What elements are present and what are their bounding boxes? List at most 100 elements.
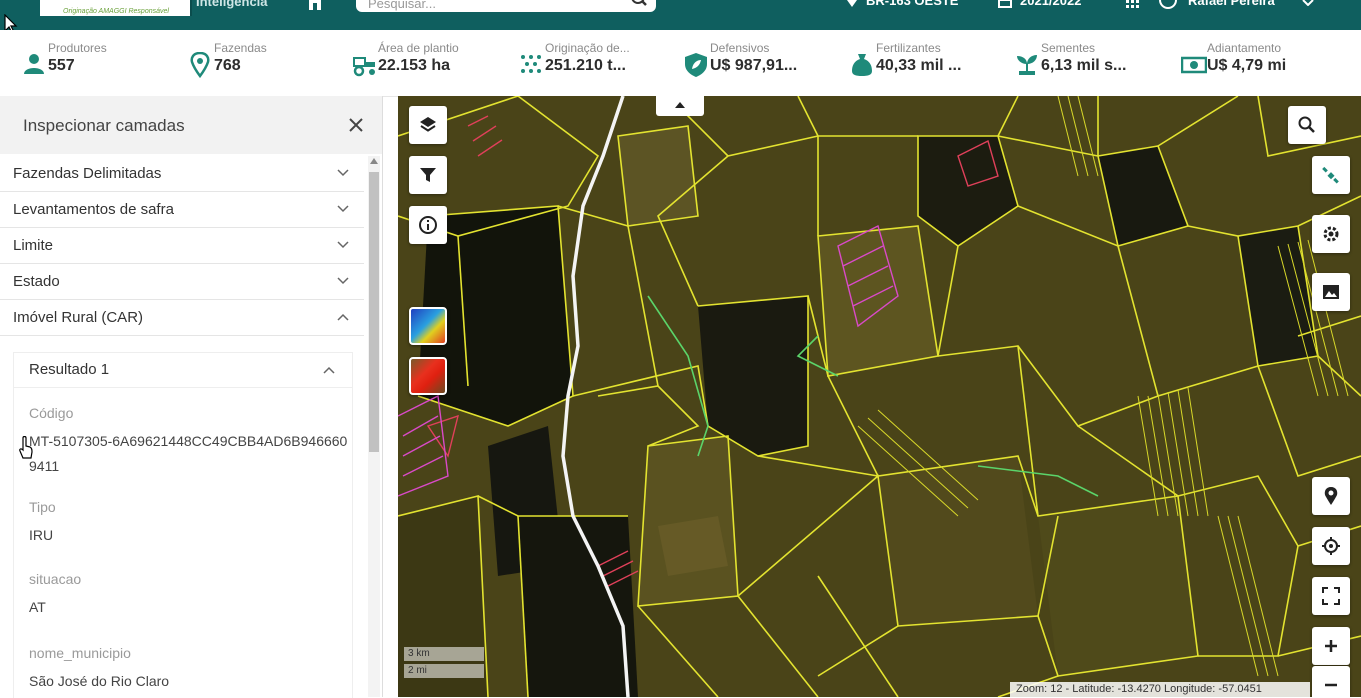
kpi-label: Adiantamento: [1207, 41, 1282, 55]
image-export-button[interactable]: [1312, 273, 1350, 311]
zoom-out-button[interactable]: [1312, 666, 1350, 697]
field-value-situacao: AT: [29, 599, 46, 615]
close-icon[interactable]: [346, 115, 366, 135]
chevron-up-icon: [337, 313, 349, 321]
settings-button[interactable]: [1312, 215, 1350, 253]
zoom-in-button[interactable]: [1312, 627, 1350, 665]
tractor-icon: [353, 57, 375, 77]
kpi-label: Produtores: [48, 41, 107, 55]
zoom-search-button[interactable]: [1288, 106, 1326, 144]
kpi-value: 768: [214, 57, 241, 74]
filter-icon: [420, 168, 436, 182]
layer-label: Estado: [13, 273, 60, 290]
field-value-codigo: MT-5107305-6A69621448CC49CBB4AD6B9466609…: [29, 433, 348, 474]
field-label-tipo: Tipo: [29, 499, 56, 515]
chevron-down-icon: [337, 205, 349, 213]
satellite-button[interactable]: [1312, 156, 1350, 194]
kpi-label: Fertilizantes: [876, 41, 941, 55]
map-view[interactable]: 3 km 2 mi Zoom: 12 - Latitude: -13.4270 …: [398, 96, 1361, 697]
kpi-value: 22.153 ha: [378, 57, 451, 74]
sprout-icon: [1017, 55, 1037, 75]
top-bar: Originação AMAGGI Responsável Inteligênc…: [0, 0, 1361, 30]
chevron-down-icon: [337, 277, 349, 285]
home-icon[interactable]: [306, 0, 324, 10]
apps-grid-icon[interactable]: [1126, 0, 1140, 8]
kpi-value: U$ 987,91...: [710, 57, 798, 74]
panel-header: Inspecionar camadas: [0, 96, 382, 154]
user-avatar-icon[interactable]: [1158, 0, 1178, 10]
kpi-value: 40,33 mil ...: [876, 57, 962, 74]
layer-label: Limite: [13, 237, 54, 254]
logo-separator: [190, 0, 192, 16]
gear-icon: [1323, 226, 1339, 242]
fullscreen-button[interactable]: [1312, 577, 1350, 615]
search-input[interactable]: Pesquisar...: [356, 0, 656, 12]
layer-fazendas-delimitadas[interactable]: Fazendas Delimitadas: [0, 156, 364, 192]
money-icon: [1181, 56, 1207, 74]
scroll-up-arrow-icon[interactable]: [370, 158, 378, 164]
sack-icon: [852, 54, 872, 76]
layer-label: Imóvel Rural (CAR): [13, 309, 144, 326]
search-placeholder: Pesquisar...: [368, 0, 436, 11]
chevron-down-icon: [337, 169, 349, 177]
scrollbar-thumb[interactable]: [369, 172, 379, 452]
kpi-value: 251.210 t...: [545, 57, 626, 74]
result-header[interactable]: Resultado 1: [14, 353, 352, 388]
search-icon[interactable]: [630, 0, 648, 13]
satellite-icon: [1322, 166, 1339, 184]
filter-button[interactable]: [409, 156, 447, 194]
field-label-municipio: nome_municipio: [29, 645, 131, 661]
layer-imovel-rural-car[interactable]: Imóvel Rural (CAR): [0, 300, 364, 336]
inspect-layers-panel: Inspecionar camadas Fazendas Delimitadas…: [0, 96, 383, 698]
layer-limite[interactable]: Limite: [0, 228, 364, 264]
result-card: Resultado 1 Código MT-5107305-6A69621448…: [13, 352, 353, 698]
info-icon: [419, 216, 437, 234]
layers-button[interactable]: [409, 106, 447, 144]
kpi-label: Originação de...: [545, 41, 630, 55]
kpi-value: 557: [48, 57, 75, 74]
person-icon: [24, 54, 44, 74]
chevron-up-icon: [675, 102, 685, 108]
kpi-label: Área de plantio: [378, 41, 459, 55]
shield-icon: [685, 53, 707, 77]
panel-title: Inspecionar camadas: [23, 116, 185, 135]
kpi-label: Fazendas: [214, 41, 267, 55]
result-title: Resultado 1: [29, 361, 110, 378]
hand-pointer-icon: [19, 436, 33, 459]
layer-estado[interactable]: Estado: [0, 264, 364, 300]
heatmap-layer-thumbnail[interactable]: [409, 307, 447, 345]
location-pin-icon: [847, 0, 857, 7]
location-button[interactable]: [1312, 477, 1350, 515]
location-selector[interactable]: BR-163 OESTE: [866, 0, 958, 8]
info-button[interactable]: [409, 206, 447, 244]
zoom-search-icon: [1298, 116, 1315, 133]
user-name[interactable]: Rafael Pereira: [1188, 0, 1275, 8]
collapse-kpi-tab[interactable]: [656, 96, 704, 116]
grain-icon: [521, 55, 541, 73]
map-pin-icon: [190, 52, 210, 78]
layer-levantamentos-safra[interactable]: Levantamentos de safra: [0, 192, 364, 228]
kpi-label: Defensivos: [710, 41, 770, 55]
satellite-map-layer[interactable]: [398, 96, 1361, 697]
crosshair-icon: [1322, 537, 1340, 555]
season-selector[interactable]: 2021/2022: [1020, 0, 1081, 8]
coordinates-readout: Zoom: 12 - Latitude: -13.4270 Longitude:…: [1010, 682, 1310, 697]
logo-subtitle: Originação AMAGGI Responsável: [63, 8, 169, 15]
user-menu-chevron-icon[interactable]: [1302, 0, 1314, 6]
terrain-patches: [398, 96, 1361, 697]
fullscreen-icon: [1322, 587, 1340, 605]
my-location-button[interactable]: [1312, 527, 1350, 565]
kpi-label: Sementes: [1041, 41, 1096, 55]
layer-label: Fazendas Delimitadas: [13, 165, 162, 182]
scale-bar-km: 3 km: [404, 647, 484, 661]
map-marker-icon: [1324, 487, 1338, 505]
layer-label: Levantamentos de safra: [13, 201, 174, 218]
kpi-value: 6,13 mil s...: [1041, 57, 1127, 74]
image-icon: [1323, 285, 1339, 299]
panel-scrollbar[interactable]: [368, 156, 380, 697]
field-label-situacao: situacao: [29, 571, 82, 587]
plus-icon: [1325, 640, 1337, 652]
risk-layer-thumbnail[interactable]: [409, 357, 447, 395]
field-label-codigo: Código: [29, 405, 74, 421]
minus-icon: [1325, 683, 1337, 687]
